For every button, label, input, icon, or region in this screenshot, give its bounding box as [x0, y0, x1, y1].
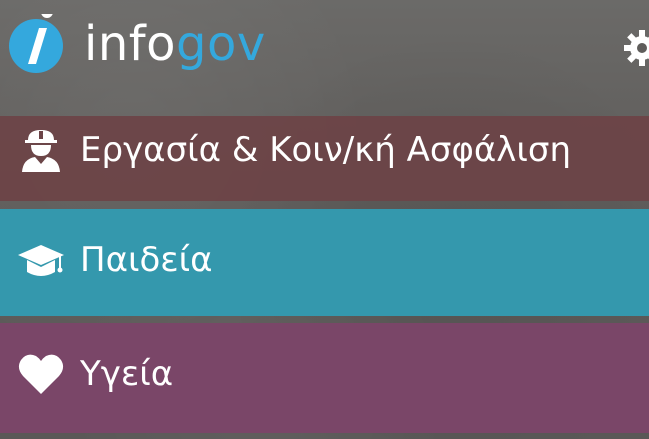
menu-item-education[interactable]: Παιδεία [0, 209, 649, 316]
menu-label-work: Εργασία & Κοιν/κή Ασφάλιση [80, 130, 572, 170]
logo-text-info: info [84, 16, 177, 72]
menu-item-health[interactable]: Υγεία [0, 323, 649, 433]
menu-label-education: Παιδεία [80, 240, 213, 280]
gear-icon[interactable] [622, 28, 649, 68]
heart-icon [18, 354, 64, 394]
app-logo-text: infogov [84, 14, 266, 74]
logo-text-gov: gov [176, 16, 266, 72]
menu-label-health: Υγεία [80, 354, 174, 394]
worker-icon [22, 130, 60, 172]
app-header: infogov [0, 0, 649, 100]
graduation-cap-icon [18, 245, 64, 276]
menu-item-work-insurance[interactable]: Εργασία & Κοιν/κή Ασφάλιση [0, 116, 649, 201]
info-i-icon [9, 14, 63, 73]
